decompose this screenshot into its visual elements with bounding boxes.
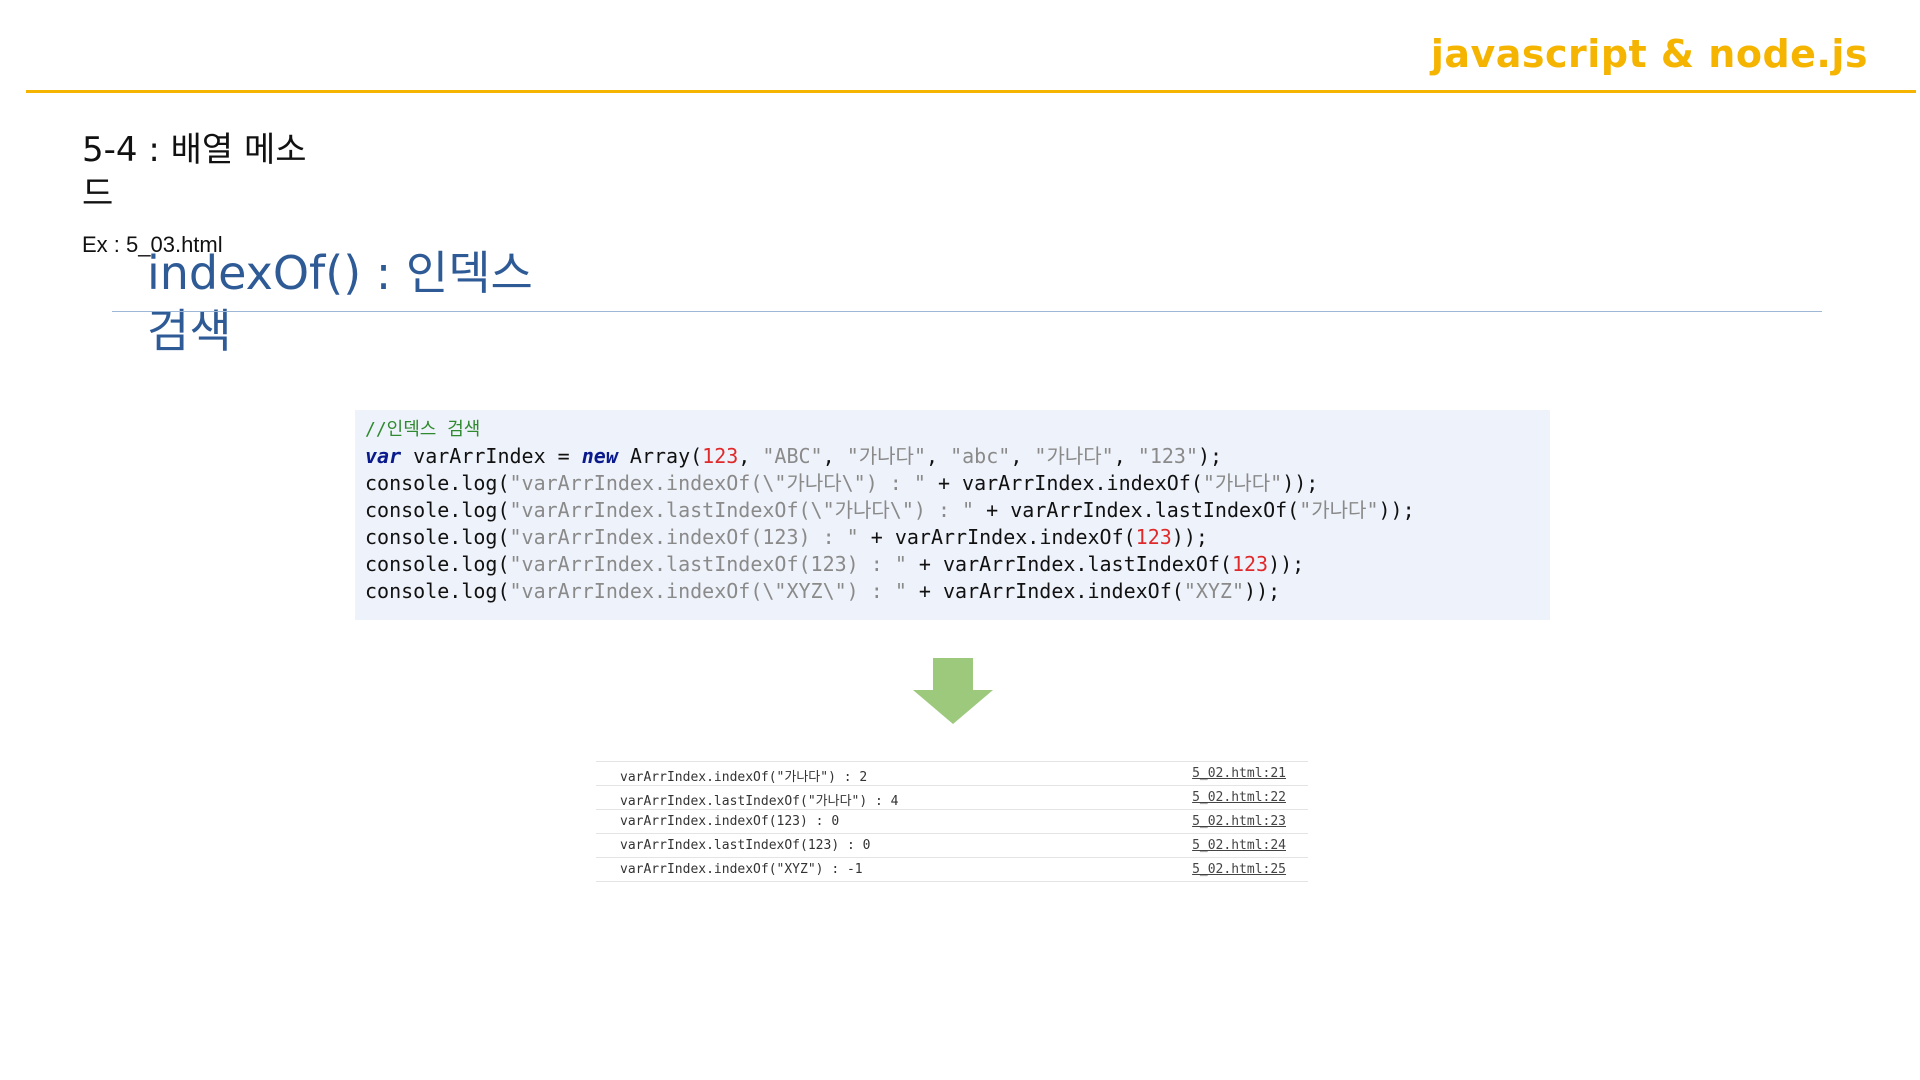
console-row: varArrIndex.lastIndexOf(123) : 0 5_02.ht… bbox=[596, 834, 1308, 858]
code-keyword: new bbox=[581, 444, 618, 468]
code-text: + varArrIndex.indexOf( bbox=[858, 525, 1136, 549]
code-text: varArrIndex = bbox=[401, 444, 582, 468]
code-number: 123 bbox=[1135, 525, 1172, 549]
code-line-4: console.log("varArrIndex.indexOf(123) : … bbox=[365, 524, 1550, 551]
code-text: , bbox=[1113, 444, 1138, 468]
code-text: console.log( bbox=[365, 498, 510, 522]
code-text: + varArrIndex.indexOf( bbox=[906, 579, 1184, 603]
code-string: "가나다" bbox=[846, 444, 926, 468]
code-text: )); bbox=[1171, 525, 1208, 549]
brand-title: javascript & node.js bbox=[1430, 32, 1868, 76]
code-string: "가나다" bbox=[1299, 498, 1379, 522]
code-comment: //인덱스 검색 bbox=[365, 419, 481, 440]
code-number: 123 bbox=[1231, 552, 1269, 576]
code-line-3: console.log("varArrIndex.lastIndexOf(\"가… bbox=[365, 497, 1550, 524]
code-line-2: console.log("varArrIndex.indexOf(\"가나다\"… bbox=[365, 470, 1550, 497]
code-keyword: var bbox=[365, 444, 402, 468]
subtitle-divider bbox=[112, 311, 1822, 312]
code-text: Array( bbox=[617, 444, 703, 468]
code-string: "varArrIndex.lastIndexOf(\"가나다\") : " bbox=[509, 498, 975, 522]
code-string: "varArrIndex.indexOf(123) : " bbox=[509, 525, 859, 549]
console-output: varArrIndex.indexOf("가나다") : 2 5_02.html… bbox=[596, 761, 1308, 882]
code-line-6: console.log("varArrIndex.indexOf(\"XYZ\"… bbox=[365, 578, 1550, 605]
console-message: varArrIndex.indexOf("가나다") : 2 bbox=[620, 770, 868, 785]
code-string: "가나다" bbox=[1202, 471, 1283, 495]
code-text: , bbox=[1010, 444, 1035, 468]
code-string: "123" bbox=[1137, 444, 1199, 468]
code-text: , bbox=[926, 444, 951, 468]
console-source-link[interactable]: 5_02.html:23 bbox=[1192, 814, 1286, 829]
section-title: 5-4 : 배열 메소드 bbox=[82, 130, 307, 214]
code-text: , bbox=[738, 444, 763, 468]
console-message: varArrIndex.lastIndexOf("가나다") : 4 bbox=[620, 794, 899, 809]
arrow-down-icon bbox=[913, 658, 993, 724]
code-text: console.log( bbox=[365, 579, 510, 603]
console-source-link[interactable]: 5_02.html:25 bbox=[1192, 862, 1286, 877]
code-string: "varArrIndex.indexOf(\"가나다\") : " bbox=[509, 471, 926, 495]
console-message: varArrIndex.lastIndexOf(123) : 0 bbox=[620, 838, 871, 853]
code-text: + varArrIndex.lastIndexOf( bbox=[974, 498, 1300, 522]
code-text: ); bbox=[1198, 444, 1223, 468]
code-text: console.log( bbox=[365, 525, 510, 549]
code-text: )); bbox=[1244, 579, 1281, 603]
code-text: )); bbox=[1268, 552, 1305, 576]
console-source-link[interactable]: 5_02.html:24 bbox=[1192, 838, 1286, 853]
code-text: + varArrIndex.lastIndexOf( bbox=[906, 552, 1232, 576]
header-divider bbox=[26, 90, 1916, 93]
console-source-link[interactable]: 5_02.html:22 bbox=[1192, 790, 1286, 805]
console-message: varArrIndex.indexOf(123) : 0 bbox=[620, 814, 840, 829]
code-line-5: console.log("varArrIndex.lastIndexOf(123… bbox=[365, 551, 1550, 578]
code-string: "XYZ" bbox=[1183, 579, 1245, 603]
console-row: varArrIndex.lastIndexOf("가나다") : 4 5_02.… bbox=[596, 786, 1308, 810]
code-line-1: var varArrIndex = new Array(123, "ABC", … bbox=[365, 443, 1550, 470]
code-string: "varArrIndex.lastIndexOf(123) : " bbox=[509, 552, 907, 576]
code-text: )); bbox=[1378, 498, 1415, 522]
code-text: )); bbox=[1282, 471, 1319, 495]
console-message: varArrIndex.indexOf("XYZ") : -1 bbox=[620, 862, 863, 877]
console-row: varArrIndex.indexOf("가나다") : 2 5_02.html… bbox=[596, 761, 1308, 786]
console-row: varArrIndex.indexOf(123) : 0 5_02.html:2… bbox=[596, 810, 1308, 834]
code-block: //인덱스 검색 var varArrIndex = new Array(123… bbox=[355, 410, 1550, 620]
subtitle: indexOf() : 인덱스 검색 bbox=[147, 246, 533, 358]
code-text: console.log( bbox=[365, 552, 510, 576]
code-string: "abc" bbox=[950, 444, 1011, 468]
code-string: "varArrIndex.indexOf(\"XYZ\") : " bbox=[509, 579, 907, 603]
console-row: varArrIndex.indexOf("XYZ") : -1 5_02.htm… bbox=[596, 858, 1308, 882]
code-string: "가나다" bbox=[1034, 444, 1114, 468]
code-text: + varArrIndex.indexOf( bbox=[925, 471, 1203, 495]
code-text: console.log( bbox=[365, 471, 510, 495]
code-number: 123 bbox=[702, 444, 739, 468]
code-string: "ABC" bbox=[762, 444, 823, 468]
console-source-link[interactable]: 5_02.html:21 bbox=[1192, 766, 1286, 781]
code-text: , bbox=[822, 444, 847, 468]
